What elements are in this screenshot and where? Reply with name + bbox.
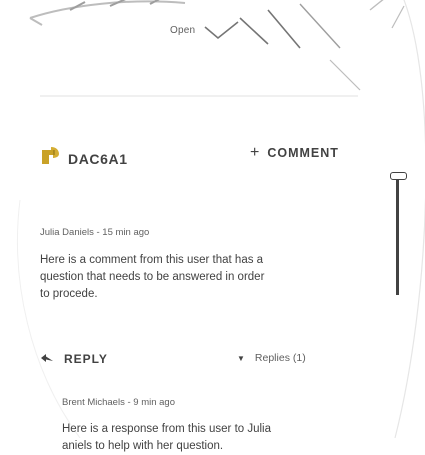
scrollbar-handle[interactable]: [390, 172, 407, 180]
comment-author-meta: Julia Daniels - 15 min ago: [40, 227, 150, 238]
reply-arrow-icon: [40, 350, 54, 368]
reply-line: Here is a response from this user to Jul…: [62, 423, 272, 435]
thread-id-label: DAC6A1: [68, 150, 128, 167]
reply-body: Here is a response from this user to Jul…: [62, 421, 271, 455]
status-label: Open: [168, 25, 198, 36]
scrollbar-track[interactable]: [396, 175, 399, 295]
plus-icon: +: [250, 144, 260, 161]
chevron-down-icon: ▼: [237, 353, 245, 363]
comment-thread-panel: Open DAC6A1 + COMMENT Julia Daniels - 15…: [0, 0, 410, 452]
thread-id: DAC6A1: [40, 146, 128, 171]
comment-line: to procede.: [40, 288, 98, 300]
comment-body: Here is a comment from this user that ha…: [40, 252, 264, 303]
replies-toggle[interactable]: ▼ Replies (1): [237, 352, 306, 364]
reply-label: REPLY: [64, 352, 108, 366]
comment-line: Here is a comment from this user that ha…: [40, 254, 264, 266]
reply-line: aniels to help with her question.: [62, 440, 224, 452]
comment-line: question that needs to be answered in or…: [40, 271, 265, 283]
pin-icon: [40, 146, 62, 171]
reply-author-meta: Brent Michaels - 9 min ago: [62, 397, 175, 408]
reply-button[interactable]: REPLY: [40, 350, 108, 368]
add-comment-button[interactable]: + COMMENT: [250, 140, 339, 166]
replies-count: Replies (1): [254, 352, 306, 364]
add-comment-label: COMMENT: [267, 146, 339, 160]
